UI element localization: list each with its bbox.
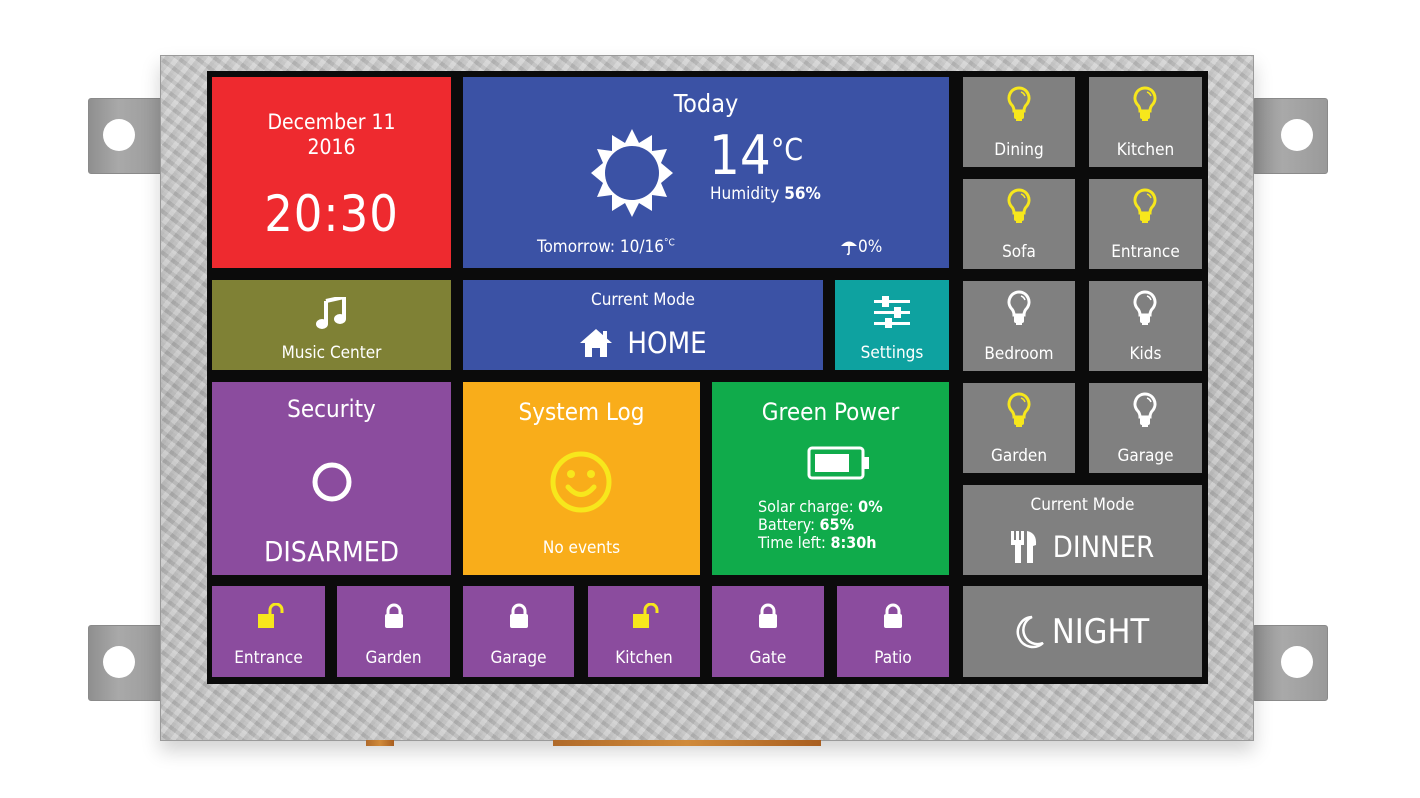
dinner-mode-value: DINNER — [1052, 530, 1155, 564]
light-label: Sofa — [1002, 242, 1036, 262]
rain-chance: 0% — [858, 237, 883, 257]
mounting-tab-bottom-left — [88, 625, 164, 701]
flex-cable — [553, 740, 821, 746]
battery-value: 65% — [819, 515, 854, 534]
night-mode-button[interactable]: NIGHT — [963, 586, 1202, 677]
light-tile-dining[interactable]: Dining — [963, 77, 1075, 167]
time-label: 20:30 — [264, 185, 399, 243]
lock-tile-garage[interactable]: Garage — [463, 586, 574, 677]
ring-icon — [311, 461, 353, 503]
light-label: Entrance — [1111, 242, 1180, 262]
lightbulb-on-icon — [1007, 86, 1031, 122]
dinner-mode-caption: Current Mode — [1030, 495, 1135, 515]
lock-tile-kitchen[interactable]: Kitchen — [588, 586, 700, 677]
lightbulb-on-icon — [1133, 188, 1157, 224]
weather-title: Today — [673, 89, 739, 118]
lightbulb-on-icon — [1133, 86, 1157, 122]
smiley-icon — [549, 450, 613, 514]
battery-icon — [807, 446, 871, 480]
sun-icon — [591, 129, 673, 217]
flex-cable-small — [366, 740, 394, 746]
current-mode-dinner-tile[interactable]: Current Mode DINNER — [963, 485, 1202, 575]
light-label: Garden — [990, 446, 1048, 466]
music-center-label: Music Center — [281, 343, 382, 363]
light-tile-kitchen[interactable]: Kitchen — [1089, 77, 1202, 167]
unlocked-padlock-icon — [258, 603, 284, 629]
light-label: Kitchen — [1116, 140, 1175, 160]
green-power-title: Green Power — [761, 398, 900, 426]
music-note-icon — [316, 297, 346, 329]
lightbulb-on-icon — [1007, 188, 1031, 224]
lock-label: Gate — [749, 648, 787, 668]
green-power-tile[interactable]: Green Power Solar charge: 0% Battery: 65… — [712, 382, 949, 575]
light-tile-garage[interactable]: Garage — [1089, 383, 1202, 473]
light-tile-entrance[interactable]: Entrance — [1089, 179, 1202, 269]
music-center-tile[interactable]: Music Center — [212, 280, 451, 370]
sliders-icon — [874, 296, 910, 328]
temperature-unit: °C — [770, 133, 804, 168]
lock-label: Entrance — [234, 648, 303, 668]
light-label: Dining — [994, 140, 1044, 160]
current-mode-caption: Current Mode — [591, 290, 695, 310]
light-label: Garage — [1117, 446, 1174, 466]
light-label: Kids — [1129, 344, 1162, 364]
unlocked-padlock-icon — [633, 603, 659, 629]
battery-label: Battery: — [758, 515, 815, 534]
tomorrow-unit: °C — [663, 237, 675, 249]
mounting-tab-top-right — [1252, 98, 1328, 174]
system-log-title: System Log — [518, 398, 645, 426]
humidity-label: Humidity — [710, 184, 780, 204]
lock-label: Garden — [365, 648, 422, 668]
lock-label: Garage — [490, 648, 547, 668]
clock-tile[interactable]: December 11 2016 20:30 — [212, 77, 451, 268]
night-mode-label: NIGHT — [1051, 612, 1150, 652]
security-title: Security — [287, 395, 376, 423]
humidity-value: 56% — [784, 184, 821, 204]
lock-tile-garden[interactable]: Garden — [337, 586, 450, 677]
light-label: Bedroom — [984, 344, 1054, 364]
lightbulb-off-icon — [1133, 392, 1157, 428]
mounting-tab-top-left — [88, 98, 164, 174]
security-status: DISARMED — [263, 535, 400, 568]
lock-tile-patio[interactable]: Patio — [837, 586, 949, 677]
time-left-value: 8:30h — [830, 533, 877, 552]
tomorrow-forecast: Tomorrow: 10/16 — [537, 237, 664, 257]
light-tile-bedroom[interactable]: Bedroom — [963, 281, 1075, 371]
lock-label: Patio — [874, 648, 912, 668]
system-log-status: No events — [542, 538, 621, 558]
weather-tile[interactable]: Today 14°C Humidity 56% Tomorrow: 10/16°… — [463, 77, 949, 268]
home-icon — [579, 328, 613, 358]
light-tile-kids[interactable]: Kids — [1089, 281, 1202, 371]
date-label: December 11 — [267, 110, 396, 134]
solar-charge-label: Solar charge: — [758, 497, 854, 516]
current-mode-home-tile[interactable]: Current Mode HOME — [463, 280, 823, 370]
light-tile-sofa[interactable]: Sofa — [963, 179, 1075, 269]
settings-tile[interactable]: Settings — [835, 280, 949, 370]
locked-padlock-icon — [757, 603, 779, 629]
system-log-tile[interactable]: System Log No events — [463, 382, 700, 575]
moon-icon — [1016, 615, 1044, 649]
light-tile-garden[interactable]: Garden — [963, 383, 1075, 473]
lock-tile-gate[interactable]: Gate — [712, 586, 824, 677]
security-tile[interactable]: Security DISARMED — [212, 382, 451, 575]
lightbulb-on-icon — [1007, 392, 1031, 428]
umbrella-icon — [840, 238, 858, 256]
locked-padlock-icon — [882, 603, 904, 629]
locked-padlock-icon — [508, 603, 530, 629]
time-left-label: Time left: — [758, 533, 826, 552]
mounting-tab-bottom-right — [1252, 625, 1328, 701]
lightbulb-off-icon — [1007, 290, 1031, 326]
settings-label: Settings — [860, 343, 924, 363]
cutlery-icon — [1010, 531, 1037, 563]
lock-label: Kitchen — [615, 648, 673, 668]
current-mode-value: HOME — [627, 326, 707, 360]
temperature-value: 14 — [709, 124, 771, 187]
locked-padlock-icon — [383, 603, 405, 629]
lock-tile-entrance[interactable]: Entrance — [212, 586, 325, 677]
year-label: 2016 — [307, 135, 356, 159]
solar-charge-value: 0% — [858, 497, 883, 516]
lightbulb-off-icon — [1133, 290, 1157, 326]
